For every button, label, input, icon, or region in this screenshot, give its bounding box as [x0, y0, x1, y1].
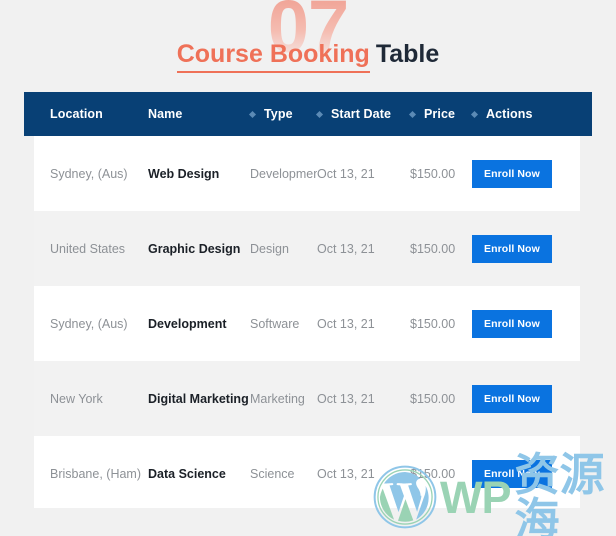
- cell-actions: Enroll Now: [472, 459, 562, 488]
- cell-start-date: Oct 13, 21: [317, 391, 375, 406]
- page-title: Course Booking Table: [0, 40, 616, 73]
- column-header-actions-label: Actions: [486, 107, 533, 121]
- column-header-type-label: Type: [264, 107, 293, 121]
- table-row[interactable]: Sydney, (Aus) Web Design Development Oct…: [34, 136, 580, 211]
- column-header-name[interactable]: Name: [148, 107, 250, 121]
- diamond-separator-icon: [470, 110, 479, 118]
- diamond-separator-icon: [248, 110, 257, 118]
- column-header-start-date[interactable]: Start Date: [315, 107, 410, 121]
- page-title-block: 07 Course Booking Table: [0, 0, 616, 90]
- column-header-location-label: Location: [50, 107, 103, 121]
- cell-actions: Enroll Now: [472, 309, 562, 338]
- cell-type: Science: [250, 466, 295, 481]
- cell-location: Sydney, (Aus): [50, 166, 128, 181]
- cell-location: Sydney, (Aus): [50, 316, 128, 331]
- cell-start-date: Oct 13, 21: [317, 466, 375, 481]
- cell-name: Digital Marketing: [148, 391, 249, 406]
- cell-location: United States: [50, 241, 126, 256]
- column-header-actions[interactable]: Actions: [470, 107, 562, 121]
- cell-actions: Enroll Now: [472, 384, 562, 413]
- cell-name: Graphic Design: [148, 241, 241, 256]
- cell-type: Development: [250, 166, 317, 181]
- cell-start-date: Oct 13, 21: [317, 166, 375, 181]
- cell-name: Data Science: [148, 466, 226, 481]
- diamond-separator-icon: [315, 110, 324, 118]
- column-header-type[interactable]: Type: [248, 107, 317, 121]
- table-header-row: Location Name Type Start Date Price Acti…: [24, 92, 592, 136]
- enroll-now-button[interactable]: Enroll Now: [472, 159, 552, 188]
- enroll-now-button[interactable]: Enroll Now: [472, 384, 552, 413]
- cell-price: $150.00: [410, 241, 456, 256]
- cell-name: Development: [148, 316, 227, 331]
- cell-price: $150.00: [410, 166, 456, 181]
- diamond-separator-icon: [408, 110, 417, 118]
- cell-name: Web Design: [148, 166, 220, 181]
- page-title-accent: Course Booking: [176, 40, 370, 73]
- table-body: Sydney, (Aus) Web Design Development Oct…: [34, 136, 580, 508]
- cell-price: $150.00: [410, 391, 456, 406]
- cell-actions: Enroll Now: [472, 234, 562, 263]
- enroll-now-button[interactable]: Enroll Now: [472, 309, 552, 338]
- column-header-start-date-label: Start Date: [331, 107, 392, 121]
- cell-price: $150.00: [410, 466, 456, 481]
- page-title-plain: Table: [375, 40, 440, 68]
- cell-actions: Enroll Now: [472, 159, 562, 188]
- cell-start-date: Oct 13, 21: [317, 316, 375, 331]
- table-row[interactable]: New York Digital Marketing Marketing Oct…: [34, 361, 580, 436]
- cell-location: New York: [50, 391, 103, 406]
- table-row[interactable]: Sydney, (Aus) Development Software Oct 1…: [34, 286, 580, 361]
- cell-start-date: Oct 13, 21: [317, 241, 375, 256]
- cell-price: $150.00: [410, 316, 456, 331]
- column-header-price-label: Price: [424, 107, 456, 121]
- column-header-name-label: Name: [148, 107, 183, 121]
- cell-type: Marketing: [250, 391, 305, 406]
- enroll-now-button[interactable]: Enroll Now: [472, 234, 552, 263]
- cell-type: Software: [250, 316, 300, 331]
- cell-location: Brisbane, (Ham): [50, 466, 141, 481]
- cell-type: Design: [250, 241, 289, 256]
- column-header-price[interactable]: Price: [408, 107, 472, 121]
- enroll-now-button[interactable]: Enroll Now: [472, 459, 552, 488]
- table-row[interactable]: Brisbane, (Ham) Data Science Science Oct…: [34, 436, 580, 508]
- table-row[interactable]: United States Graphic Design Design Oct …: [34, 211, 580, 286]
- column-header-location[interactable]: Location: [50, 107, 148, 121]
